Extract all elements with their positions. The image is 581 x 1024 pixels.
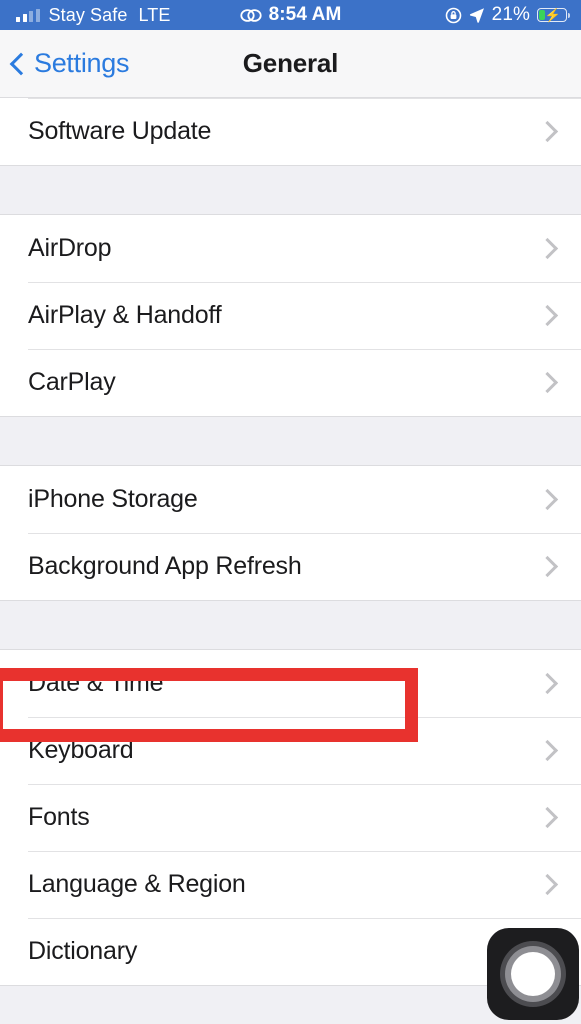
- row-airplay-handoff[interactable]: AirPlay & Handoff: [0, 282, 581, 349]
- row-label: Software Update: [28, 117, 212, 145]
- chevron-right-icon: [536, 371, 559, 394]
- iphone-screen: Stay Safe LTE 8:54 AM 21% ⚡ Settings Gen…: [0, 0, 581, 1024]
- row-language-and-region[interactable]: Language & Region: [0, 851, 581, 918]
- navigation-bar: Settings General: [0, 30, 581, 98]
- chevron-right-icon: [536, 237, 559, 260]
- row-carplay[interactable]: CarPlay: [0, 349, 581, 416]
- assistive-touch-inner-ring: [505, 946, 561, 1002]
- settings-group-2: AirDrop AirPlay & Handoff CarPlay: [0, 215, 581, 416]
- rotation-lock-icon: [445, 7, 462, 24]
- row-iphone-storage[interactable]: iPhone Storage: [0, 466, 581, 533]
- chevron-right-icon: [536, 304, 559, 327]
- carrier-label: Stay Safe: [48, 4, 128, 25]
- settings-group-3: iPhone Storage Background App Refresh: [0, 466, 581, 600]
- back-button[interactable]: Settings: [9, 48, 130, 79]
- status-bar-right: 21% ⚡: [445, 4, 570, 26]
- row-label: AirDrop: [28, 234, 112, 262]
- assistive-touch-core: [511, 952, 555, 996]
- status-bar: Stay Safe LTE 8:54 AM 21% ⚡: [0, 0, 581, 30]
- chevron-right-icon: [536, 555, 559, 578]
- status-bar-left: Stay Safe LTE: [16, 5, 170, 26]
- settings-group-1: Software Update: [0, 98, 581, 165]
- settings-table: Software Update AirDrop AirPlay & Handof…: [0, 98, 581, 1024]
- group-separator: [0, 600, 581, 650]
- chevron-right-icon: [536, 873, 559, 896]
- chevron-right-icon: [536, 672, 559, 695]
- row-label: iPhone Storage: [28, 485, 198, 513]
- location-arrow-icon: [469, 7, 485, 23]
- group-separator: [0, 165, 581, 215]
- back-button-label: Settings: [34, 48, 130, 78]
- row-software-update[interactable]: Software Update: [0, 98, 581, 165]
- group-separator: [0, 416, 581, 466]
- row-label: Fonts: [28, 803, 90, 831]
- network-type-label: LTE: [138, 4, 171, 25]
- cellular-signal-icon: [16, 8, 40, 22]
- row-label: Background App Refresh: [28, 552, 302, 580]
- links-icon: [239, 8, 262, 23]
- charging-bolt-icon: ⚡: [544, 7, 561, 23]
- chevron-right-icon: [536, 739, 559, 762]
- row-fonts[interactable]: Fonts: [0, 784, 581, 851]
- row-date-and-time[interactable]: Date & Time: [0, 650, 581, 717]
- chevron-right-icon: [536, 488, 559, 511]
- battery-icon: ⚡: [537, 7, 570, 23]
- chevron-left-icon: [9, 52, 33, 76]
- assistive-touch-button[interactable]: [487, 928, 579, 1020]
- chevron-right-icon: [536, 120, 559, 143]
- status-bar-clock: 8:54 AM: [268, 4, 342, 25]
- chevron-right-icon: [536, 806, 559, 829]
- row-label: Dictionary: [28, 937, 138, 965]
- battery-percentage-label: 21%: [491, 4, 530, 25]
- row-label: Keyboard: [28, 736, 134, 764]
- row-background-app-refresh[interactable]: Background App Refresh: [0, 533, 581, 600]
- row-label: Date & Time: [28, 669, 164, 697]
- row-keyboard[interactable]: Keyboard: [0, 717, 581, 784]
- row-airdrop[interactable]: AirDrop: [0, 215, 581, 282]
- row-label: CarPlay: [28, 368, 116, 396]
- assistive-touch-outer-ring: [500, 941, 566, 1007]
- row-label: AirPlay & Handoff: [28, 301, 222, 329]
- row-label: Language & Region: [28, 870, 246, 898]
